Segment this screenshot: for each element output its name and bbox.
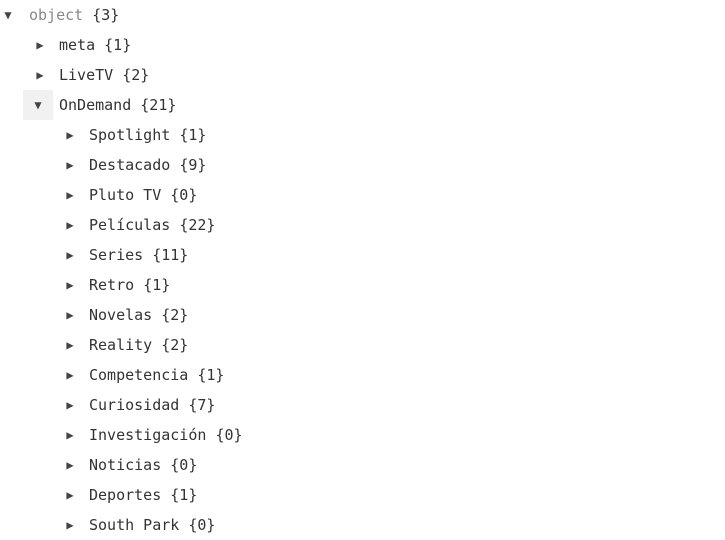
triangle-right-icon[interactable]: ▶ [55,480,85,510]
tree-node-investigacion[interactable]: ▶ Investigación {0} [0,420,725,450]
triangle-right-icon[interactable]: ▶ [55,270,85,300]
triangle-right-icon[interactable]: ▶ [55,120,85,150]
triangle-right-icon[interactable]: ▶ [25,30,55,60]
json-tree-view: ▼ object {3} ▶ meta {1} ▶ LiveTV {2} ▼ O… [0,0,725,540]
node-count: {0} [170,186,198,204]
node-count: {2} [122,66,150,84]
node-key: OnDemand [59,96,132,114]
tree-node-south-park[interactable]: ▶ South Park {0} [0,510,725,540]
triangle-right-icon[interactable]: ▶ [55,180,85,210]
node-count: {1} [179,126,207,144]
node-key: LiveTV [59,66,114,84]
triangle-down-icon[interactable]: ▼ [0,0,23,30]
tree-node-curiosidad[interactable]: ▶ Curiosidad {7} [0,390,725,420]
node-count: {1} [197,366,225,384]
node-key: South Park [89,516,180,534]
node-count: {2} [161,306,189,324]
tree-node-series[interactable]: ▶ Series {11} [0,240,725,270]
node-count: {2} [161,336,189,354]
node-count: {1} [104,36,132,54]
node-key: Series [89,246,144,264]
tree-node-pluto-tv[interactable]: ▶ Pluto TV {0} [0,180,725,210]
tree-node-ondemand[interactable]: ▼ OnDemand {21} [0,90,725,120]
triangle-right-icon[interactable]: ▶ [25,60,55,90]
triangle-right-icon[interactable]: ▶ [55,450,85,480]
tree-node-competencia[interactable]: ▶ Competencia {1} [0,360,725,390]
node-count: {7} [188,396,216,414]
tree-node-peliculas[interactable]: ▶ Películas {22} [0,210,725,240]
tree-node-retro[interactable]: ▶ Retro {1} [0,270,725,300]
triangle-right-icon[interactable]: ▶ [55,210,85,240]
tree-node-noticias[interactable]: ▶ Noticias {0} [0,450,725,480]
node-key: Curiosidad [89,396,180,414]
node-count: {0} [188,516,216,534]
triangle-right-icon[interactable]: ▶ [55,360,85,390]
triangle-right-icon[interactable]: ▶ [55,390,85,420]
node-key: object [29,6,84,24]
triangle-down-icon[interactable]: ▼ [23,90,53,120]
triangle-right-icon[interactable]: ▶ [55,150,85,180]
tree-node-destacado[interactable]: ▶ Destacado {9} [0,150,725,180]
node-key: Noticias [89,456,162,474]
node-count: {22} [179,216,216,234]
node-count: {0} [170,456,198,474]
node-count: {1} [143,276,171,294]
triangle-right-icon[interactable]: ▶ [55,240,85,270]
node-key: Spotlight [89,126,171,144]
triangle-right-icon[interactable]: ▶ [55,420,85,450]
node-key: Destacado [89,156,171,174]
tree-node-novelas[interactable]: ▶ Novelas {2} [0,300,725,330]
tree-node-deportes[interactable]: ▶ Deportes {1} [0,480,725,510]
node-count: {3} [92,6,120,24]
triangle-right-icon[interactable]: ▶ [55,510,85,540]
node-key: Novelas [89,306,153,324]
node-count: {11} [152,246,189,264]
node-count: {1} [170,486,198,504]
triangle-right-icon[interactable]: ▶ [55,330,85,360]
node-key: Pluto TV [89,186,162,204]
node-key: Retro [89,276,135,294]
node-key: Deportes [89,486,162,504]
tree-node-reality[interactable]: ▶ Reality {2} [0,330,725,360]
node-key: Competencia [89,366,189,384]
node-count: {9} [179,156,207,174]
triangle-right-icon[interactable]: ▶ [55,300,85,330]
tree-node-spotlight[interactable]: ▶ Spotlight {1} [0,120,725,150]
node-count: {21} [140,96,177,114]
node-key: Investigación [89,426,207,444]
tree-node-livetv[interactable]: ▶ LiveTV {2} [0,60,725,90]
node-count: {0} [215,426,243,444]
tree-node-object[interactable]: ▼ object {3} [0,0,725,30]
node-key: Reality [89,336,153,354]
tree-node-meta[interactable]: ▶ meta {1} [0,30,725,60]
node-key: meta [59,36,96,54]
node-key: Películas [89,216,171,234]
